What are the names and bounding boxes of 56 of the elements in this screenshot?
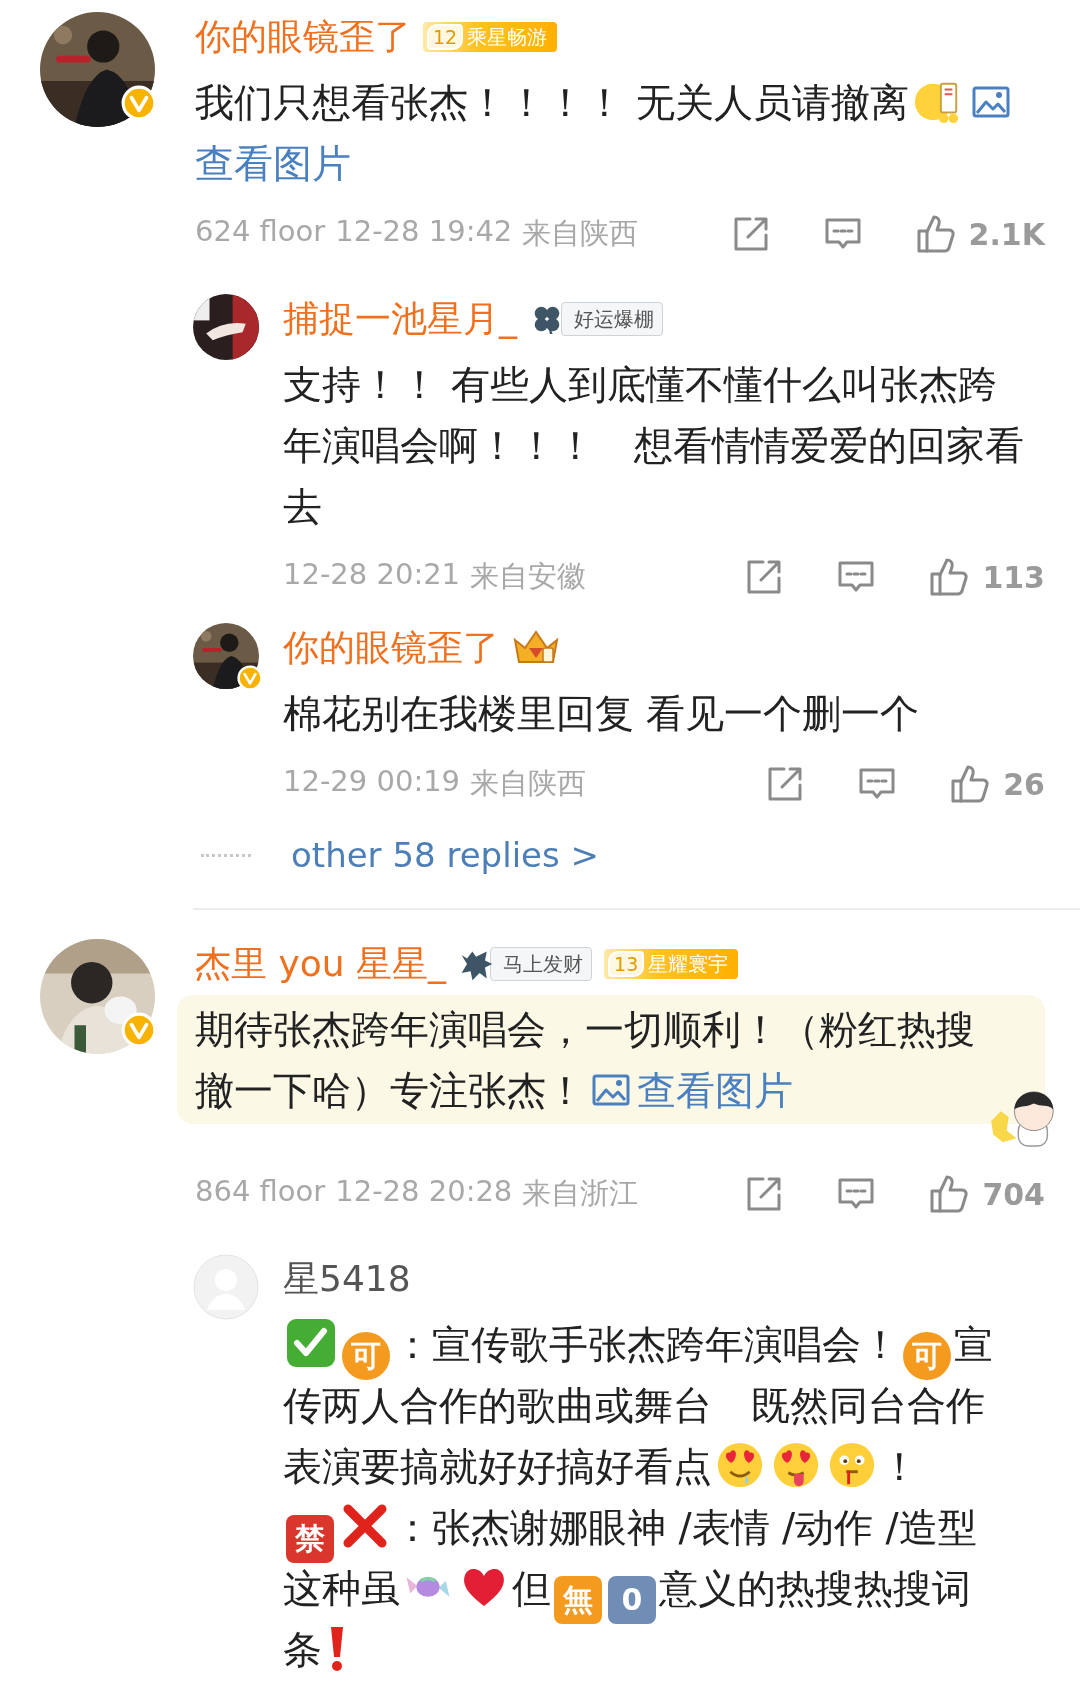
comment-text: 这种虽 [283, 1566, 400, 1611]
comment-text: 我们只想看张杰！！！！ 无关人员请撤离 [195, 80, 910, 125]
more-replies-link[interactable]: other 58 replies > [291, 835, 599, 875]
comment-text: 传两人合作的歌曲或舞台 既然同台合作 [283, 1383, 985, 1428]
emoji-face-icon [827, 1440, 877, 1490]
level-badge: 12 乘星畅游 [423, 22, 558, 52]
comment-text: 去 [283, 484, 322, 529]
comment-text: 期待张杰跨年演唱会，一切顺利！（粉红热搜 [195, 1007, 975, 1052]
post-location: 来自陕西 [522, 215, 639, 252]
level-badge: 13 星耀寰宇 [604, 949, 739, 979]
comment-text: 年演唱会啊！！！ 想看情情爱爱的回家看 [283, 423, 1024, 468]
comment-text: 棉花别在我楼里回复 看见一个删一个 [283, 691, 920, 736]
comment-text: 撤一下哈）专注张杰！ [195, 1068, 585, 1113]
like-count: 113 [982, 559, 1045, 595]
heart-eyes-icon [715, 1440, 765, 1490]
comment-text: 条 [283, 1627, 322, 1672]
user-name[interactable]: 你的眼镜歪了 [195, 12, 411, 62]
emoji-tag: 無 [554, 1576, 602, 1624]
floor-number: 864 floor [195, 1174, 326, 1210]
fan-badge: 好运爆棚 [561, 302, 663, 336]
post-location: 来自安徽 [470, 558, 587, 595]
comment-text: 支持！！ 有些人到底懂不懂什么叫张杰跨 [283, 362, 998, 407]
like-icon[interactable] [928, 556, 971, 598]
comment-text: 但 [512, 1566, 551, 1611]
like-icon[interactable] [928, 1173, 971, 1215]
fan-badge: 马上发财 [490, 947, 593, 981]
user-name[interactable]: 你的眼镜歪了 [283, 623, 499, 673]
like-count: 26 [1003, 766, 1045, 802]
user-name[interactable]: 捕捉一池星月_ [283, 294, 517, 344]
comment-text: ：张杰谢娜眼神 /表情 /动作 /造型 [393, 1505, 977, 1550]
emoji-tag: 0 [608, 1576, 656, 1624]
post-location: 来自浙江 [522, 1175, 639, 1212]
comment-text: ：宣传歌手张杰跨年演唱会！ [393, 1322, 900, 1367]
like-icon[interactable] [949, 763, 992, 805]
post-time: 12-29 00:19 [283, 764, 461, 800]
like-count: 704 [982, 1176, 1045, 1212]
comment-text: 宣 [954, 1322, 993, 1367]
emoji-tag: 可 [342, 1332, 390, 1380]
view-image-link[interactable]: 查看图片 [195, 141, 351, 186]
emoji-tag: 可 [903, 1332, 951, 1380]
comment-text: 表演要搞就好好搞好看点 [283, 1444, 712, 1489]
check-icon [286, 1318, 336, 1368]
like-count: 2.1K [968, 216, 1045, 252]
floor-number: 624 floor [195, 214, 326, 250]
user-name[interactable]: 杰里 you 星星_ [195, 939, 447, 989]
post-time: 12-28 19:42 [335, 214, 513, 250]
user-name[interactable]: 星5418 [283, 1254, 411, 1304]
post-time: 12-28 20:28 [335, 1174, 513, 1210]
view-image-link[interactable]: 查看图片 [637, 1068, 793, 1113]
comment-text: ！ [880, 1444, 919, 1489]
post-location: 来自陕西 [470, 765, 587, 802]
emoji-tag: 禁 [286, 1515, 334, 1563]
heart-eyes-icon [771, 1440, 821, 1490]
dotted-line [201, 853, 251, 857]
post-time: 12-28 20:21 [283, 557, 461, 593]
comment-text: 意义的热搜热搜词 [659, 1566, 971, 1611]
